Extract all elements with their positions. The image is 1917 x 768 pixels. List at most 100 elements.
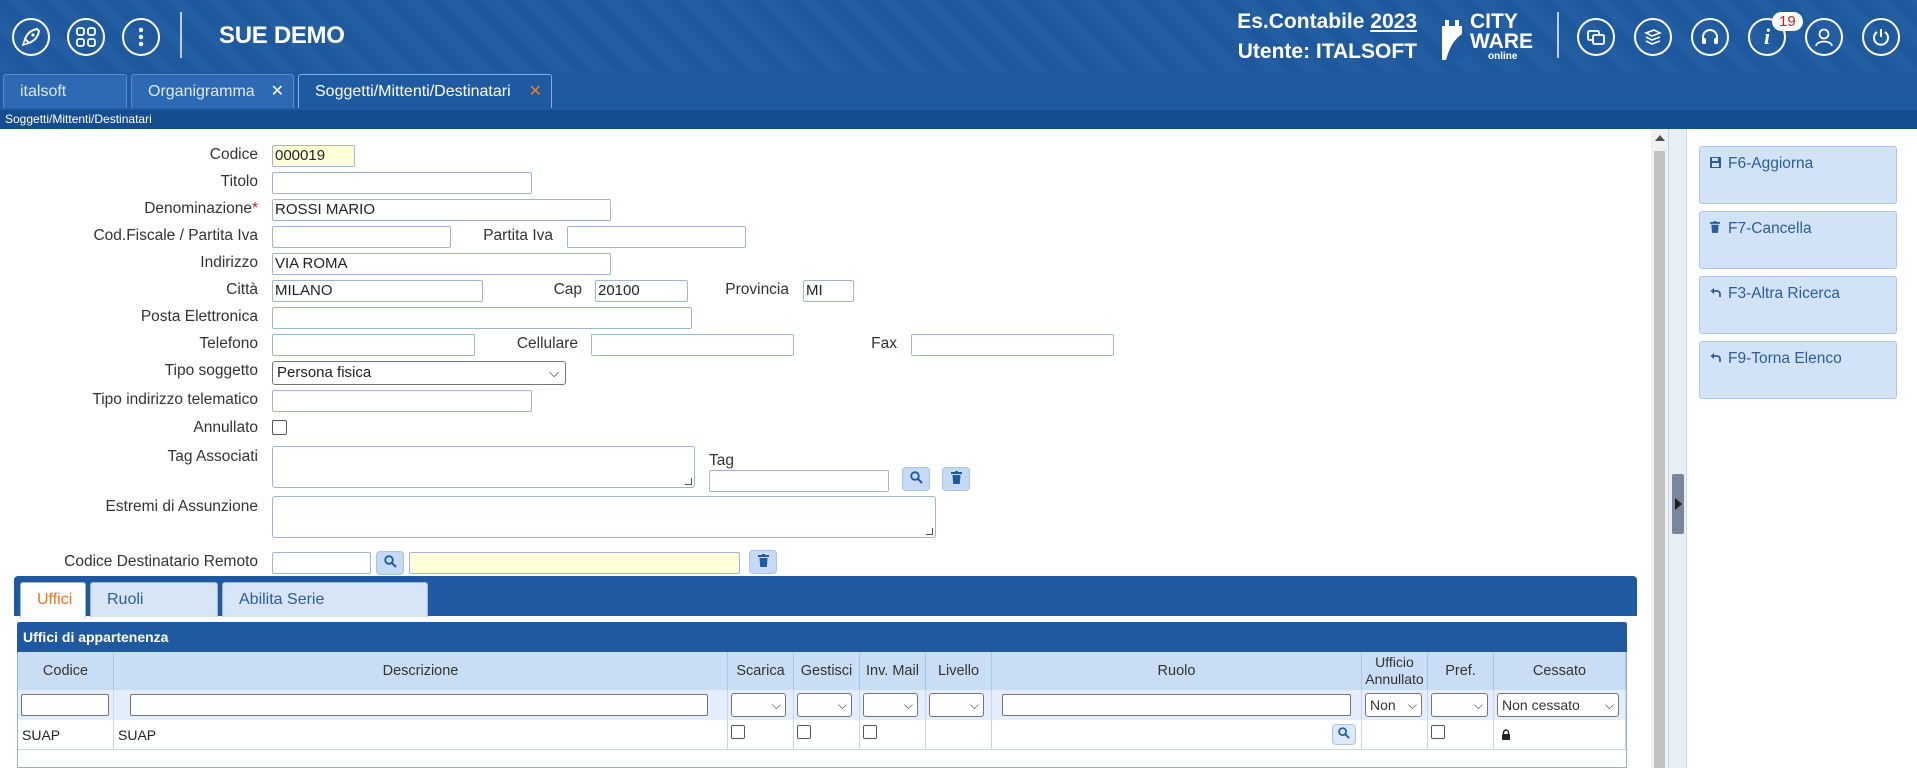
indirizzo-field[interactable]: VIA ROMA <box>272 253 611 275</box>
citta-field[interactable]: MILANO <box>272 280 483 302</box>
filter-annullato-select[interactable]: Non ⌵ <box>1365 693 1422 717</box>
filter-cell <box>992 690 1362 720</box>
coddest-field[interactable] <box>272 552 371 574</box>
tab-label: Soggetti/Mittenti/Destinatari <box>315 83 511 100</box>
search-ruolo-button[interactable] <box>1332 724 1356 745</box>
filter-livello-select[interactable]: ⌵ <box>929 693 984 717</box>
tag-associati-textarea[interactable] <box>272 446 695 488</box>
app-window: SUE DEMO Es.Contabile 2023 Utente: ITALS… <box>0 0 1917 768</box>
telefono-field[interactable] <box>272 334 475 356</box>
column-header[interactable]: Ruolo <box>992 652 1362 690</box>
invmail-checkbox[interactable] <box>863 725 877 739</box>
annullato-checkbox[interactable] <box>272 420 287 435</box>
chevron-down-icon: ⌵ <box>1473 698 1483 712</box>
tab-italsoft-home[interactable]: italsoft Home <box>3 74 127 134</box>
scarica-checkbox[interactable] <box>731 725 745 739</box>
delete-coddest-button[interactable] <box>749 550 777 574</box>
table-cell-codice[interactable]: SUAP <box>18 720 114 750</box>
gestisci-checkbox[interactable] <box>797 725 811 739</box>
headset-icon[interactable] <box>1691 18 1729 56</box>
estremi-textarea[interactable] <box>272 496 936 538</box>
column-header[interactable]: Ufficio Annullato <box>1362 652 1428 690</box>
search-button[interactable] <box>376 551 404 575</box>
pec-label: Posta Elettronica <box>140 308 258 325</box>
cancella-button[interactable]: F7-Cancella <box>1699 211 1897 269</box>
subtab-abilita-serie[interactable]: Abilita Serie Archivistiche <box>222 582 428 642</box>
subtab-ruoli-generici[interactable]: Ruoli Generici <box>90 582 218 642</box>
windows-icon[interactable] <box>1577 18 1615 56</box>
notification-badge[interactable]: 19 <box>1772 12 1803 31</box>
apps-grid-icon[interactable] <box>67 18 105 56</box>
delete-tag-button[interactable] <box>942 467 970 491</box>
altra-ricerca-label: F3-Altra Ricerca <box>1728 285 1840 302</box>
books-icon[interactable] <box>1634 18 1672 56</box>
lock-icon <box>1501 720 1511 750</box>
table-cell-descrizione[interactable]: SUAP <box>114 720 728 750</box>
fax-field[interactable] <box>911 334 1114 356</box>
column-header[interactable]: Codice <box>18 652 114 690</box>
filter-pref-select[interactable]: ⌵ <box>1431 693 1488 717</box>
column-header[interactable]: Inv. Mail <box>860 652 926 690</box>
user-info: Es.Contabile 2023 Utente: ITALSOFT <box>1237 7 1417 67</box>
column-header[interactable]: Pref. <box>1428 652 1494 690</box>
close-icon[interactable]: ✕ <box>529 75 542 109</box>
filter-cessato-select[interactable]: Non cessato ⌵ <box>1497 693 1619 717</box>
tag-field[interactable] <box>709 470 889 492</box>
close-icon[interactable]: ✕ <box>271 75 284 109</box>
header-divider <box>1557 12 1559 58</box>
table-cell-gestisci <box>794 720 860 750</box>
search-button[interactable] <box>902 467 930 491</box>
cancella-label: F7-Cancella <box>1728 220 1812 237</box>
search-icon <box>1338 720 1350 750</box>
denominazione-field[interactable]: ROSSI MARIO <box>272 199 611 221</box>
panel-toggle-handle[interactable] <box>1672 474 1684 534</box>
resize-handle[interactable] <box>685 478 692 485</box>
aggiorna-button[interactable]: F6-Aggiorna <box>1699 146 1897 204</box>
tiposoggetto-select[interactable]: Persona fisica ⌵ <box>272 361 566 385</box>
vertical-scrollbar[interactable] <box>1651 129 1668 768</box>
filter-scarica-select[interactable]: ⌵ <box>731 693 786 717</box>
filter-ruolo-input[interactable] <box>1002 694 1351 716</box>
cellulare-field[interactable] <box>591 334 794 356</box>
scrollbar-thumb[interactable] <box>1654 151 1665 768</box>
tab-soggetti[interactable]: Soggetti/Mittenti/Destinatari ✕ <box>298 74 552 108</box>
subtab-uffici[interactable]: Uffici <box>20 582 86 617</box>
filter-cessato-value: Non cessato <box>1502 697 1580 713</box>
filter-invmail-select[interactable]: ⌵ <box>863 693 918 717</box>
header-bar: SUE DEMO Es.Contabile 2023 Utente: ITALS… <box>0 0 1917 72</box>
chevron-down-icon: ⌵ <box>771 698 781 712</box>
tag-associati-label: Tag Associati <box>167 448 258 465</box>
column-header[interactable]: Cessato <box>1494 652 1626 690</box>
provincia-field[interactable]: MI <box>803 280 854 302</box>
rocket-icon[interactable] <box>12 18 50 56</box>
resize-handle[interactable] <box>926 528 933 535</box>
scroll-up-icon[interactable] <box>1655 135 1665 141</box>
table-cell-cessato <box>1494 720 1626 750</box>
denominazione-label: Denominazione* <box>0 200 258 218</box>
user-icon[interactable] <box>1805 18 1843 56</box>
codice-label: Codice <box>209 146 258 163</box>
partitaiva-field[interactable] <box>567 226 746 248</box>
undo-icon <box>1710 352 1728 366</box>
es-contabile-label: Es.Contabile <box>1237 10 1365 33</box>
more-vertical-icon[interactable] <box>122 18 160 56</box>
altra-ricerca-button[interactable]: F3-Altra Ricerca <box>1699 276 1897 334</box>
titolo-field[interactable] <box>272 172 532 194</box>
codice-field[interactable]: 000019 <box>272 145 355 167</box>
filter-codice-input[interactable] <box>21 694 109 716</box>
es-contabile-year[interactable]: 2023 <box>1370 10 1417 33</box>
table-cell-invmail <box>860 720 926 750</box>
column-header[interactable]: Gestisci <box>794 652 860 690</box>
filter-descrizione-input[interactable] <box>130 694 708 716</box>
column-header[interactable]: Scarica <box>728 652 794 690</box>
tab-organigramma[interactable]: Organigramma ✕ <box>131 74 294 108</box>
pref-checkbox[interactable] <box>1431 725 1445 739</box>
column-header[interactable]: Descrizione <box>114 652 728 690</box>
pec-field[interactable] <box>272 307 692 329</box>
cap-field[interactable]: 20100 <box>595 280 688 302</box>
power-icon[interactable] <box>1862 18 1900 56</box>
filter-gestisci-select[interactable]: ⌵ <box>797 693 852 717</box>
tipoindtel-field[interactable] <box>272 390 532 412</box>
torna-elenco-button[interactable]: F9-Torna Elenco <box>1699 341 1897 399</box>
column-header[interactable]: Livello <box>926 652 992 690</box>
